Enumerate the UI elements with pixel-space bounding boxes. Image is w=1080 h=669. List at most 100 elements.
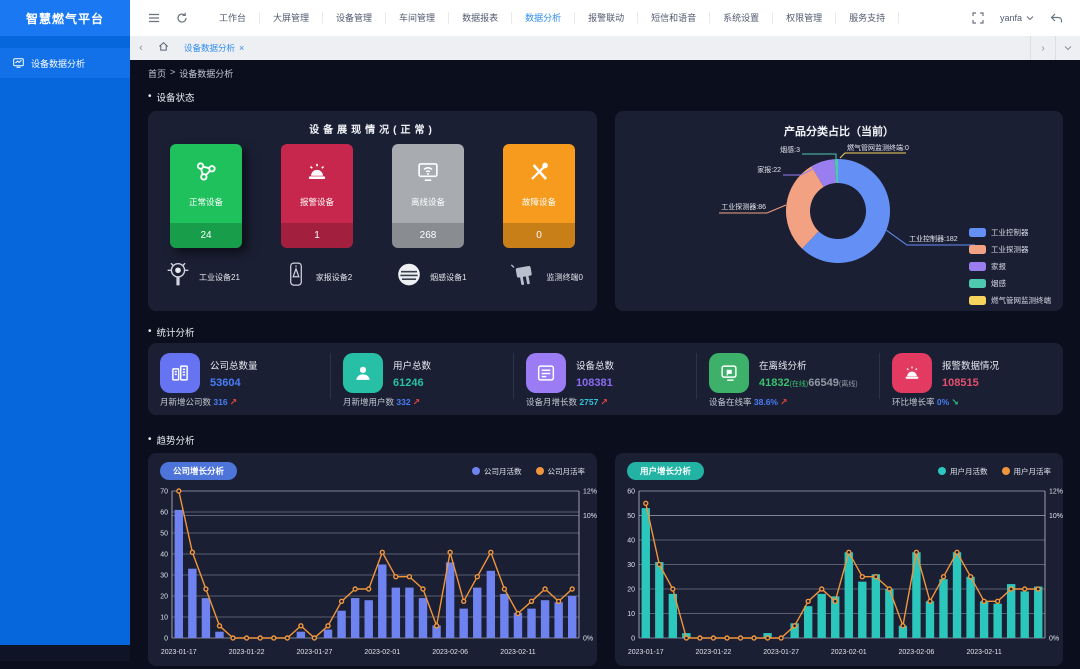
- device-type-label: 工业设备21: [199, 272, 240, 283]
- breadcrumb-current: 设备数据分析: [179, 67, 233, 80]
- analysis-icon: [13, 58, 24, 68]
- sidebar-footer[interactable]: [0, 645, 130, 661]
- legend-swatch: [969, 245, 986, 254]
- pie-title: 产品分类占比（当前）: [615, 111, 1063, 139]
- pie-legend-item-2[interactable]: 家报: [969, 261, 1051, 272]
- status-card-1[interactable]: 报警设备1: [281, 144, 353, 248]
- nav-item-7[interactable]: 短信和语音: [638, 12, 710, 24]
- fullscreen-icon[interactable]: [967, 7, 989, 29]
- svg-text:2023-02-11: 2023-02-11: [500, 649, 535, 656]
- tab-device-analysis[interactable]: 设备数据分析 ×: [174, 36, 254, 60]
- svg-text:燃气管网监测终端:0: 燃气管网监测终端:0: [847, 143, 909, 152]
- chart-legend-item-0[interactable]: 用户月活数: [938, 466, 988, 477]
- svg-text:0: 0: [631, 636, 635, 643]
- nav-item-9[interactable]: 权限管理: [773, 12, 836, 24]
- nav-item-3[interactable]: 车间管理: [386, 12, 449, 24]
- nav-item-0[interactable]: 工作台: [206, 12, 260, 24]
- stat-sub: 设备在线率 38.6%↗: [709, 396, 876, 408]
- chart-legend-item-1[interactable]: 用户月活率: [1002, 466, 1052, 477]
- svg-text:30: 30: [160, 573, 168, 580]
- logout-back-icon[interactable]: [1045, 7, 1067, 29]
- device-type-icon: [508, 260, 542, 295]
- stat-sub: 设备月增长数 2757↗: [526, 396, 693, 408]
- bullet-icon: •: [148, 94, 152, 100]
- tab-scroll-left-icon[interactable]: ‹: [130, 42, 152, 54]
- svg-text:40: 40: [160, 552, 168, 559]
- svg-text:2023-02-06: 2023-02-06: [899, 649, 935, 656]
- stat-title: 公司总数量: [210, 358, 258, 372]
- nav-item-8[interactable]: 系统设置: [710, 12, 773, 24]
- pie-legend-item-4[interactable]: 燃气管网监测终端: [969, 295, 1051, 306]
- section-statistics: • 统计分析: [148, 325, 1063, 339]
- status-card-value: 0: [503, 223, 575, 248]
- status-card-label: 报警设备: [300, 196, 334, 208]
- stat-cell-0: 公司总数量 53604 月新增公司数 316↗: [148, 343, 331, 415]
- pie-legend-item-1[interactable]: 工业探测器: [969, 244, 1051, 255]
- chart-legend-item-1[interactable]: 公司月活率: [536, 466, 586, 477]
- stat-sub: 月新增用户数 332↗: [343, 396, 510, 408]
- status-cards: 正常设备24 报警设备1 离线设备268 故障设备0: [148, 136, 597, 248]
- section-trend: • 趋势分析: [148, 433, 1063, 447]
- home-icon[interactable]: [152, 41, 174, 55]
- svg-text:2023-01-17: 2023-01-17: [628, 649, 664, 656]
- stat-cell-1: 用户总数61246月新增用户数 332↗: [331, 343, 514, 415]
- trend-up-icon: ↗: [413, 397, 421, 407]
- svg-text:烟感:3: 烟感:3: [780, 145, 800, 154]
- sidebar: 设备数据分析: [0, 36, 130, 661]
- refresh-icon[interactable]: [171, 7, 193, 29]
- status-card-value: 268: [392, 223, 464, 248]
- status-card-0[interactable]: 正常设备24: [170, 144, 242, 248]
- legend-label: 工业控制器: [991, 227, 1029, 238]
- stat-cell-4: 报警数据情况108515环比增长率 0%↘: [880, 343, 1063, 415]
- stat-value: 108515: [942, 377, 999, 389]
- device-type-list: 工业设备21 家报设备2 烟感设备1 监测终端0: [148, 248, 597, 297]
- breadcrumb-home[interactable]: 首页: [148, 67, 166, 80]
- nav-item-4[interactable]: 数据报表: [449, 12, 512, 24]
- chevron-down-icon: [1026, 15, 1034, 21]
- legend-label: 用户月活数: [950, 466, 988, 477]
- device-type-item-2: 烟感设备1: [393, 258, 466, 297]
- stat-sub: 环比增长率 0%↘: [892, 396, 1059, 408]
- svg-text:60: 60: [627, 489, 635, 496]
- nav-item-5[interactable]: 数据分析: [512, 12, 575, 24]
- pie-legend-item-3[interactable]: 烟感: [969, 278, 1051, 289]
- stat-value: 53604: [210, 377, 258, 389]
- chart-legend-item-0[interactable]: 公司月活数: [472, 466, 522, 477]
- stat-sub: 月新增公司数 316↗: [160, 396, 327, 408]
- svg-text:2023-01-17: 2023-01-17: [161, 649, 197, 656]
- legend-dot-icon: [536, 467, 544, 475]
- tab-menu-icon[interactable]: [1055, 36, 1080, 60]
- device-type-item-3: 监测终端0: [508, 258, 583, 297]
- legend-dot-icon: [1002, 467, 1010, 475]
- nav-item-6[interactable]: 报警联动: [575, 12, 638, 24]
- sidebar-item-device-analysis[interactable]: 设备数据分析: [0, 48, 130, 78]
- svg-text:2023-02-06: 2023-02-06: [432, 649, 468, 656]
- svg-text:10%: 10%: [1049, 513, 1063, 520]
- nav-item-1[interactable]: 大屏管理: [260, 12, 323, 24]
- device-status-panel: 设备展现情况(正常) 正常设备24报警设备1离线设备268故障设备0 工业设备2…: [148, 111, 597, 311]
- status-card-3[interactable]: 故障设备0: [503, 144, 575, 248]
- tab-bar: ‹ 设备数据分析 × ›: [130, 36, 1080, 60]
- svg-text:40: 40: [627, 538, 635, 545]
- device-type-icon: [281, 258, 311, 297]
- tab-scroll-right-icon[interactable]: ›: [1030, 36, 1055, 60]
- svg-text:10: 10: [627, 611, 635, 618]
- svg-text:2023-01-27: 2023-01-27: [297, 649, 333, 656]
- nav-item-2[interactable]: 设备管理: [323, 12, 386, 24]
- trend-up-icon: ↗: [230, 397, 238, 407]
- device-type-item-0: 工业设备21: [162, 258, 240, 297]
- user-menu[interactable]: yanfa: [1000, 13, 1034, 23]
- breadcrumb-separator: >: [170, 67, 175, 80]
- device-type-label: 家报设备2: [316, 272, 352, 283]
- menu-collapse-icon[interactable]: [143, 7, 165, 29]
- pie-legend-item-0[interactable]: 工业控制器: [969, 227, 1051, 238]
- svg-text:2023-02-01: 2023-02-01: [364, 649, 400, 656]
- device-type-icon: [162, 258, 194, 297]
- stat-cell-3: 在离线分析41832(在线)66549(离线)设备在线率 38.6%↗: [697, 343, 880, 415]
- status-card-2[interactable]: 离线设备268: [392, 144, 464, 248]
- tab-close-icon[interactable]: ×: [239, 43, 244, 53]
- tab-label: 设备数据分析: [184, 42, 235, 54]
- nav-item-10[interactable]: 服务支持: [836, 12, 899, 24]
- company-growth-badge: 公司增长分析: [160, 462, 237, 480]
- legend-swatch: [969, 262, 986, 271]
